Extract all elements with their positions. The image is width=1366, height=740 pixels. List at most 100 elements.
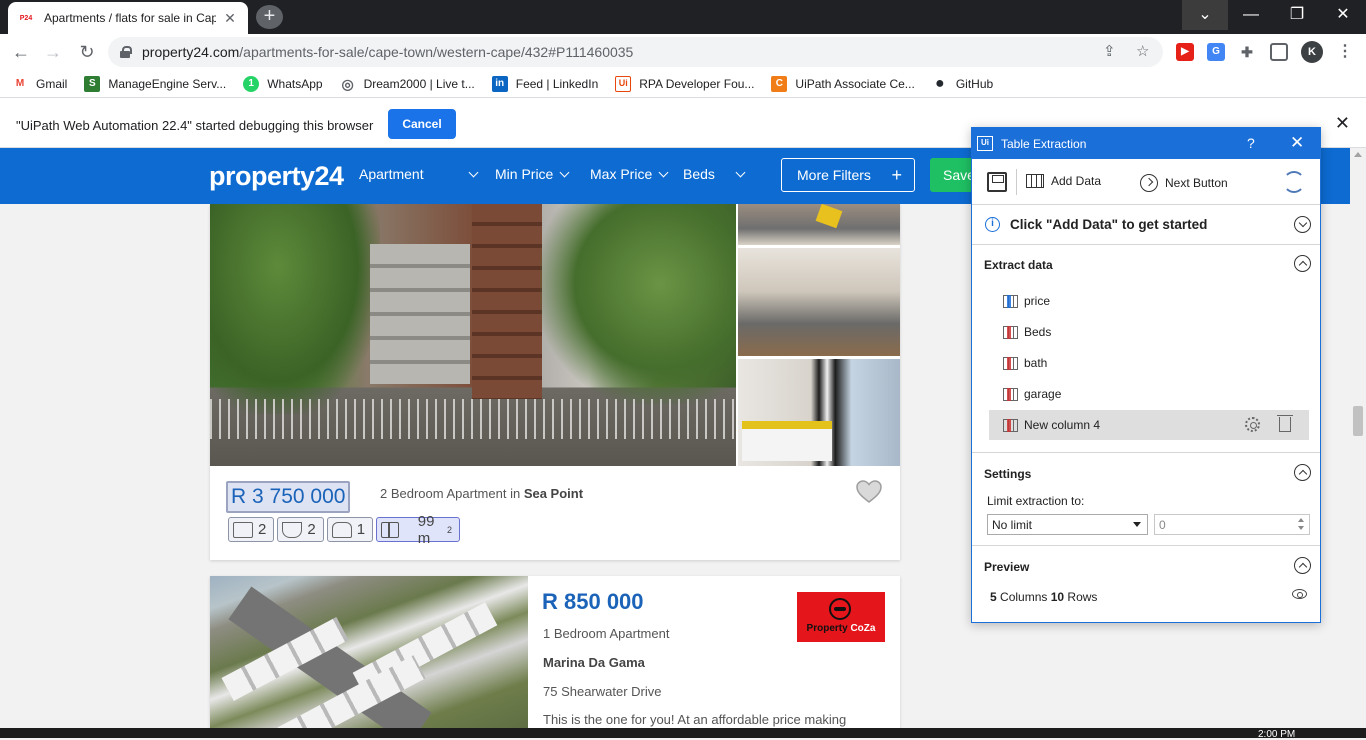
max-price-dropdown[interactable]: Max Price	[590, 166, 669, 182]
save-icon[interactable]	[987, 172, 1007, 192]
browser-menu-icon[interactable]: ⋮	[1336, 43, 1354, 61]
chevron-down-icon[interactable]	[1294, 216, 1311, 233]
collapse-preview-chevron-icon[interactable]	[1294, 557, 1311, 574]
bookmark-label: GitHub	[955, 76, 994, 91]
listing-card[interactable]: R 850 000 1 Bedroom Apartment Marina Da …	[210, 576, 900, 728]
profile-avatar[interactable]: K	[1301, 41, 1323, 63]
bedrooms-feature: 2	[228, 517, 275, 542]
bookmark-whatsapp[interactable]: 1 WhatsApp	[243, 75, 323, 92]
windows-taskbar: 2:00 PM	[0, 728, 1366, 740]
collapse-settings-chevron-icon[interactable]	[1294, 464, 1311, 481]
bookmark-label: UiPath Associate Ce...	[795, 76, 915, 91]
new-tab-button[interactable]: +	[256, 5, 283, 29]
bookmark-linkedin[interactable]: in Feed | LinkedIn	[491, 75, 598, 92]
scrollbar-thumb[interactable]	[1353, 406, 1363, 436]
agency-brand: Property	[806, 623, 848, 634]
column-item-beds[interactable]: Beds	[989, 317, 1309, 347]
cancel-debugging-button[interactable]: Cancel	[388, 109, 456, 139]
address-bar[interactable]: property24.com/apartments-for-sale/cape-…	[108, 37, 1163, 67]
side-panel-icon[interactable]	[1270, 43, 1288, 61]
beds-dropdown[interactable]	[729, 166, 746, 182]
more-filters-label: More Filters	[797, 167, 871, 183]
panel-titlebar[interactable]: Ui Table Extraction ? ✕	[972, 128, 1320, 159]
stepper-up-icon[interactable]	[1298, 518, 1304, 522]
preview-columns-label: Columns	[996, 590, 1051, 604]
scroll-up-arrow-icon[interactable]	[1354, 152, 1362, 157]
column-item-bath[interactable]: bath	[989, 348, 1309, 378]
reload-icon[interactable]: ↻	[74, 39, 100, 65]
preview-heading: Preview	[984, 560, 1030, 574]
eye-icon[interactable]	[1292, 589, 1307, 599]
bookmark-gmail[interactable]: M Gmail	[12, 75, 67, 92]
next-button-button[interactable]: Next Button	[1140, 174, 1228, 192]
back-arrow-icon[interactable]: ←	[8, 39, 34, 65]
more-filters-button[interactable]: More Filters +	[781, 158, 915, 192]
listing-title[interactable]: 2 Bedroom Apartment in Sea Point	[380, 486, 583, 501]
listing-price[interactable]: R 850 000	[542, 589, 644, 615]
agency-logo-mark-icon	[829, 598, 851, 620]
bookmark-dream2000[interactable]: ◎ Dream2000 | Live t...	[339, 75, 475, 92]
garages-feature: 1	[326, 517, 374, 542]
floor-size-unit: 2	[447, 524, 453, 535]
panel-title: Table Extraction	[1001, 137, 1087, 151]
stepper-down-icon[interactable]	[1298, 526, 1304, 530]
restore-button[interactable]: ❐	[1274, 0, 1320, 30]
column-item-new-column-4[interactable]: New column 4	[989, 410, 1309, 440]
tab-search-chevron-icon[interactable]: ⌄	[1182, 0, 1228, 30]
limit-count-stepper[interactable]: 0	[1154, 514, 1310, 535]
forward-arrow-icon[interactable]: →	[40, 39, 66, 65]
share-icon[interactable]: ⇪	[1103, 42, 1116, 60]
refresh-icon[interactable]	[1283, 171, 1305, 193]
bookmark-github[interactable]: ● GitHub	[931, 75, 994, 92]
bookmark-manageengine[interactable]: S ManageEngine Serv...	[84, 75, 226, 92]
collapse-extract-chevron-icon[interactable]	[1294, 255, 1311, 272]
listing-main-photo[interactable]	[210, 204, 736, 466]
window-close-button[interactable]: ✕	[1320, 0, 1366, 30]
column-item-price[interactable]: price	[989, 286, 1309, 316]
gear-icon[interactable]	[1245, 417, 1260, 432]
preview-rows-label: Rows	[1064, 590, 1098, 604]
listing-card[interactable]: R 3 750 000 2 Bedroom Apartment in Sea P…	[210, 204, 900, 560]
translate-extension-icon[interactable]: G	[1207, 43, 1225, 61]
listing-thumbnail[interactable]	[738, 359, 900, 466]
bookmark-star-icon[interactable]: ☆	[1136, 42, 1149, 60]
extensions-puzzle-icon[interactable]: ✚	[1238, 43, 1256, 61]
min-price-dropdown[interactable]: Min Price	[495, 166, 570, 182]
listing-thumbnail[interactable]	[738, 248, 900, 356]
minimize-button[interactable]: —	[1228, 0, 1274, 30]
page-scrollbar[interactable]	[1350, 148, 1366, 728]
listing-type: 1 Bedroom Apartment	[543, 626, 670, 641]
chevron-down-icon	[735, 167, 746, 178]
max-price-label: Max Price	[590, 166, 653, 182]
agency-logo[interactable]: Property CoZa	[797, 592, 885, 642]
settings-heading: Settings	[984, 467, 1032, 481]
beds-label[interactable]: Beds	[683, 166, 715, 182]
bookmark-uipath-associate[interactable]: C UiPath Associate Ce...	[771, 75, 915, 92]
column-item-garage[interactable]: garage	[989, 379, 1309, 409]
preview-row-count: 10	[1050, 590, 1065, 604]
panel-close-icon[interactable]: ✕	[1290, 133, 1304, 153]
trash-icon[interactable]	[1277, 415, 1293, 432]
chevron-down-icon	[658, 167, 669, 178]
listing-area: Marina Da Gama	[543, 655, 645, 670]
browser-tab[interactable]: P24 Apartments / flats for sale in Cap ✕	[8, 2, 248, 34]
bathroom-count: 2	[307, 521, 316, 538]
preview-summary: 5 Columns 10 Rows	[990, 590, 1097, 604]
listing-main-photo[interactable]	[210, 576, 528, 728]
add-data-button[interactable]: Add Data	[1026, 174, 1101, 188]
tab-close-icon[interactable]: ✕	[222, 10, 238, 27]
listing-thumbnail[interactable]	[738, 204, 900, 245]
info-text: Click "Add Data" to get started	[1010, 217, 1208, 232]
property24-logo[interactable]: property24	[209, 161, 344, 192]
limit-extraction-select[interactable]: No limit	[987, 514, 1148, 535]
floor-size: 99 m	[417, 512, 435, 547]
property-type-label[interactable]: Apartment	[359, 166, 424, 182]
bookmark-rpa-developer[interactable]: Ui RPA Developer Fou...	[615, 75, 754, 92]
listing-price[interactable]: R 3 750 000	[226, 481, 351, 513]
property-type-dropdown[interactable]	[462, 166, 479, 182]
plus-icon: +	[891, 165, 902, 185]
infobar-close-icon[interactable]: ✕	[1335, 113, 1350, 134]
favourite-heart-icon[interactable]	[856, 480, 882, 504]
help-button[interactable]: ?	[1247, 135, 1255, 151]
youtube-extension-icon[interactable]: ▶	[1176, 43, 1194, 61]
